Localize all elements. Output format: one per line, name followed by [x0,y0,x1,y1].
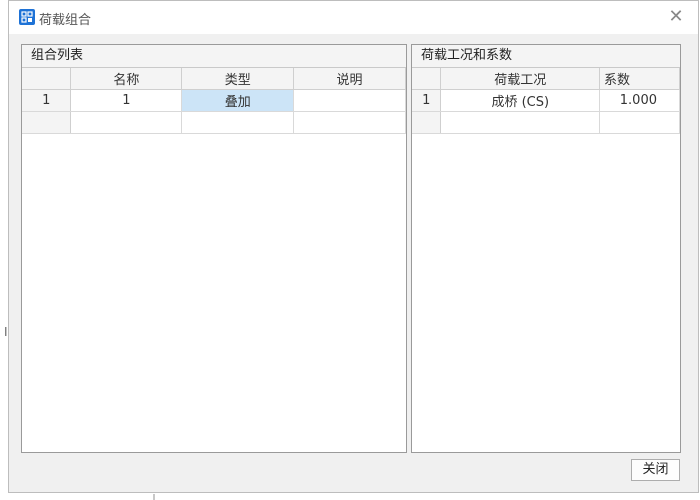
row-number[interactable] [22,111,72,134]
row-number[interactable]: 1 [22,89,72,112]
window-title: 荷载组合 [39,13,92,28]
combination-table: 名称 类型 说明 1 1 叠加 [22,68,406,134]
load-combination-dialog: 荷载组合 ✕ 组合列表 名称 类型 说明 1 1 叠加 荷载工况和系数 荷载工况… [8,0,699,493]
cell-type[interactable]: 叠加 [181,89,295,112]
combination-list-title: 组合列表 [22,45,406,68]
combination-header-row: 名称 类型 说明 [22,68,406,90]
cell-note[interactable] [293,111,406,134]
row-number-header [22,68,72,90]
column-header-load-case[interactable]: 荷载工况 [440,68,601,90]
row-number[interactable] [412,111,442,134]
cell-factor[interactable]: 1.000 [599,89,680,112]
column-header-type[interactable]: 类型 [181,68,295,90]
cell-load-case[interactable]: 成桥 (CS) [440,89,601,112]
column-header-factor[interactable]: 系数 [599,68,680,90]
close-icon[interactable]: ✕ [666,7,686,27]
table-row[interactable] [22,111,406,134]
column-header-name[interactable]: 名称 [70,68,183,90]
load-case-table: 荷载工况 系数 1 成桥 (CS) 1.000 [412,68,680,134]
background-divider [153,494,155,500]
cell-note[interactable] [293,89,406,112]
column-header-note[interactable]: 说明 [293,68,406,90]
close-button[interactable]: 关闭 [631,459,680,481]
background-app-edge [0,0,8,500]
cell-type[interactable] [181,111,295,134]
combination-list-panel: 组合列表 名称 类型 说明 1 1 叠加 [21,44,407,453]
load-case-header-row: 荷载工况 系数 [412,68,680,90]
row-number-header [412,68,442,90]
title-bar: 荷载组合 ✕ [9,1,698,34]
cell-load-case[interactable] [440,111,601,134]
load-case-factor-title: 荷载工况和系数 [412,45,680,68]
table-row[interactable]: 1 成桥 (CS) 1.000 [412,89,680,112]
app-icon [19,9,35,25]
cell-name[interactable] [70,111,183,134]
load-case-factor-panel: 荷载工况和系数 荷载工况 系数 1 成桥 (CS) 1.000 [411,44,681,453]
background-text-cursor: I [4,325,8,339]
table-row[interactable]: 1 1 叠加 [22,89,406,112]
table-row[interactable] [412,111,680,134]
cell-name[interactable]: 1 [70,89,183,112]
cell-factor[interactable] [599,111,680,134]
row-number[interactable]: 1 [412,89,442,112]
